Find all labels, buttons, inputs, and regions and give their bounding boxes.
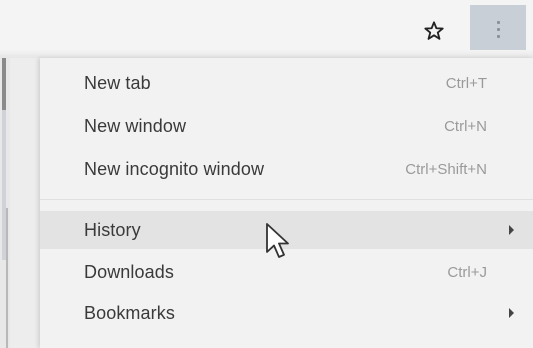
submenu-arrow-icon (509, 225, 514, 235)
menu-item-shortcut: Ctrl+T (445, 74, 487, 92)
menu-item-label: History (84, 219, 141, 240)
menu-item-new-incognito-window[interactable]: New incognito window Ctrl+Shift+N (40, 150, 533, 188)
menu-item-shortcut: Ctrl+J (447, 263, 487, 281)
vertical-dots-icon (496, 20, 500, 38)
mouse-pointer-icon (266, 223, 289, 258)
menu-item-label: New incognito window (84, 158, 265, 179)
menu-item-label: Bookmarks (84, 302, 175, 323)
submenu-arrow-icon (509, 308, 514, 318)
menu-item-new-tab[interactable]: New tab Ctrl+T (40, 64, 533, 102)
menu-item-label: New window (84, 115, 187, 136)
menu-item-shortcut: Ctrl+N (444, 117, 487, 135)
browser-menu-button[interactable] (470, 5, 526, 53)
menu-item-shortcut: Ctrl+Shift+N (405, 160, 487, 178)
menu-separator (40, 199, 533, 200)
browser-dropdown-menu: New tab Ctrl+T New window Ctrl+N New inc… (40, 58, 533, 348)
menu-item-new-window[interactable]: New window Ctrl+N (40, 107, 533, 145)
menu-item-label: Downloads (84, 261, 174, 282)
menu-item-bookmarks[interactable]: Bookmarks (40, 294, 533, 332)
background-window-edge (0, 58, 10, 348)
star-outline-icon (424, 21, 444, 40)
toolbar-shadow (0, 50, 533, 58)
browser-screen: New tab Ctrl+T New window Ctrl+N New inc… (0, 0, 533, 348)
menu-item-label: New tab (84, 72, 151, 93)
bookmark-star-button[interactable] (416, 14, 452, 48)
browser-toolbar (0, 0, 533, 58)
